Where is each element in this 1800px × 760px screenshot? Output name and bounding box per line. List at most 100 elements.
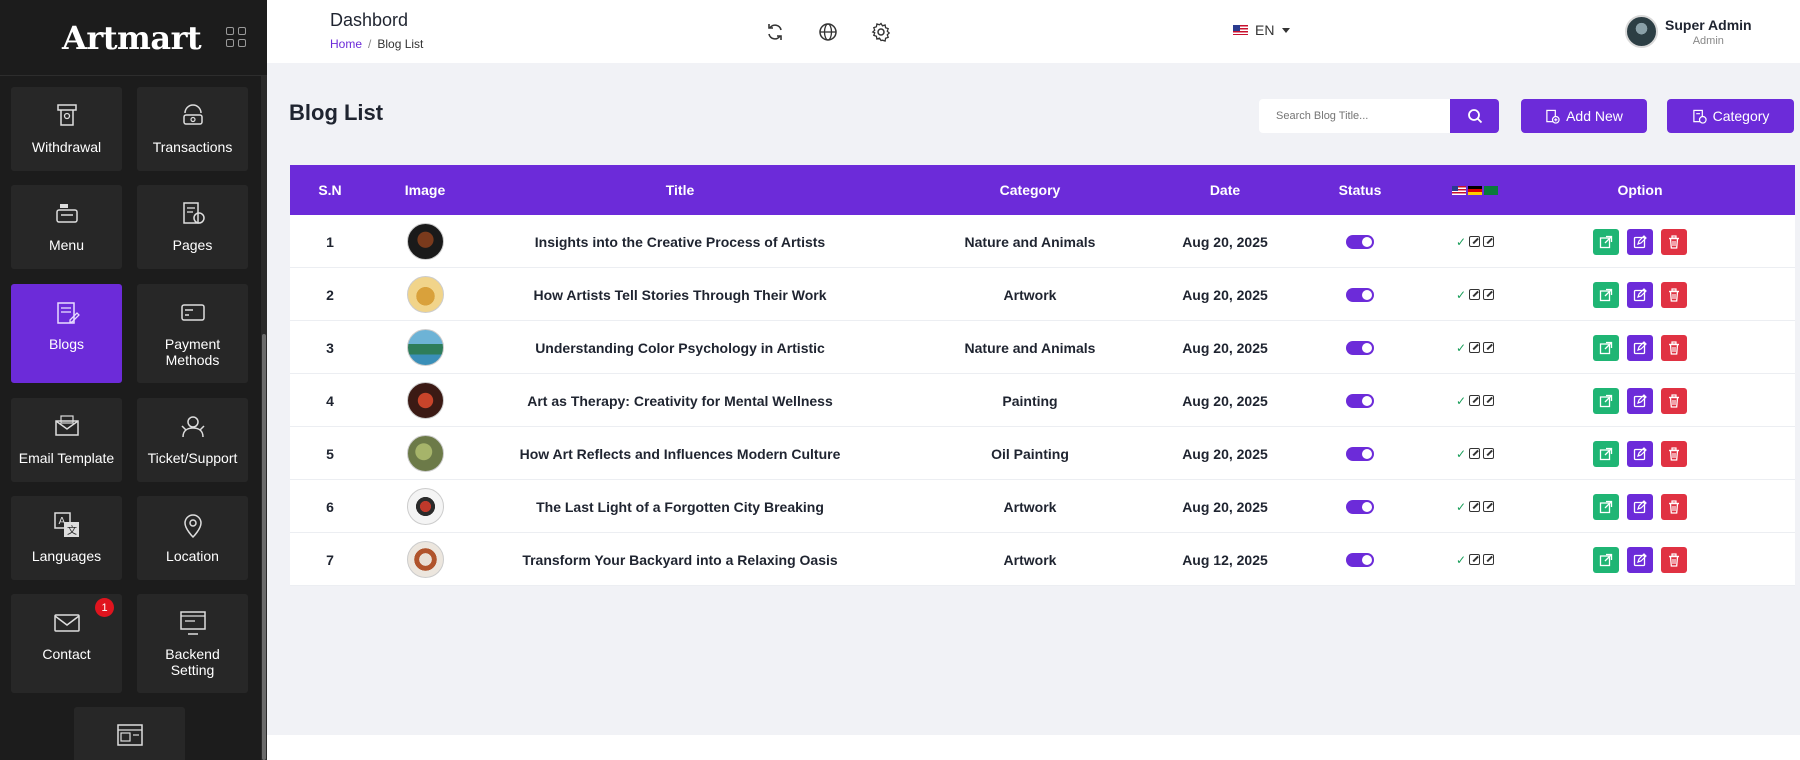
blog-thumbnail[interactable] bbox=[406, 276, 444, 313]
sidebar-item-backend-setting[interactable]: Backend Setting bbox=[137, 594, 248, 693]
status-toggle[interactable] bbox=[1346, 446, 1374, 461]
status-toggle[interactable] bbox=[1346, 499, 1374, 514]
column-header-sn: S.N bbox=[318, 182, 342, 198]
view-button[interactable] bbox=[1593, 546, 1619, 573]
edit-translation-icon[interactable] bbox=[1483, 501, 1495, 512]
status-toggle[interactable] bbox=[1346, 234, 1374, 249]
status-toggle[interactable] bbox=[1346, 552, 1374, 567]
edit-translation-icon[interactable] bbox=[1483, 289, 1495, 300]
view-button[interactable] bbox=[1593, 440, 1619, 467]
blog-thumbnail[interactable] bbox=[406, 488, 444, 525]
search-input[interactable] bbox=[1259, 99, 1450, 133]
grid-menu-icon[interactable] bbox=[226, 27, 246, 47]
blog-thumbnail[interactable] bbox=[406, 223, 444, 260]
sidebar-item-contact[interactable]: Contact 1 bbox=[11, 594, 122, 693]
us-flag-icon bbox=[1452, 185, 1466, 195]
edit-translation-icon[interactable] bbox=[1469, 289, 1481, 300]
edit-translation-icon[interactable] bbox=[1469, 448, 1481, 459]
sidebar-scrollbar-thumb[interactable] bbox=[262, 334, 266, 760]
sidebar-item-ticket-support[interactable]: Ticket/Support bbox=[137, 398, 248, 482]
sidebar-item-menu[interactable]: Menu bbox=[11, 185, 122, 269]
edit-button[interactable] bbox=[1627, 281, 1653, 308]
refresh-icon[interactable] bbox=[765, 22, 785, 42]
breadcrumb-home-link[interactable]: Home bbox=[330, 37, 362, 51]
sidebar-item-label: Location bbox=[166, 548, 219, 564]
edit-translation-icon[interactable] bbox=[1483, 236, 1495, 247]
sidebar-item-blogs[interactable]: Blogs bbox=[11, 284, 122, 383]
edit-translation-icon[interactable] bbox=[1469, 395, 1481, 406]
sidebar: Artmart Withdrawal Transactions Menu Pag… bbox=[0, 0, 267, 760]
sidebar-item-languages[interactable]: A文 Languages bbox=[11, 496, 122, 580]
blog-thumbnail[interactable] bbox=[406, 329, 444, 366]
delete-button[interactable] bbox=[1661, 334, 1687, 361]
edit-icon bbox=[1633, 446, 1647, 460]
sidebar-item-label: Email Template bbox=[18, 450, 115, 466]
sidebar-item-transactions[interactable]: Transactions bbox=[137, 87, 248, 171]
status-toggle[interactable] bbox=[1346, 340, 1374, 355]
logo[interactable]: Artmart bbox=[62, 19, 202, 57]
sidebar-item-pages[interactable]: Pages bbox=[137, 185, 248, 269]
delete-button[interactable] bbox=[1661, 440, 1687, 467]
user-menu[interactable]: Super Admin Admin bbox=[1625, 15, 1752, 48]
gear-icon[interactable] bbox=[871, 22, 891, 42]
sidebar-item-label: Payment Methods bbox=[164, 336, 221, 368]
svg-text:文: 文 bbox=[67, 524, 77, 537]
edit-translation-icon[interactable] bbox=[1483, 395, 1495, 406]
column-header-title: Title bbox=[665, 182, 695, 198]
edit-button[interactable] bbox=[1627, 493, 1653, 520]
sidebar-item-location[interactable]: Location bbox=[137, 496, 248, 580]
edit-translation-icon[interactable] bbox=[1483, 448, 1495, 459]
add-new-button[interactable]: Add New bbox=[1521, 99, 1647, 133]
trash-icon bbox=[1669, 340, 1679, 355]
view-button[interactable] bbox=[1593, 387, 1619, 414]
row-options-cell bbox=[1530, 480, 1750, 533]
view-button[interactable] bbox=[1593, 334, 1619, 361]
view-button[interactable] bbox=[1593, 228, 1619, 255]
row-language-cell: ✓ bbox=[1420, 480, 1530, 533]
delete-button[interactable] bbox=[1661, 228, 1687, 255]
edit-translation-icon[interactable] bbox=[1469, 236, 1481, 247]
blog-thumbnail[interactable] bbox=[406, 541, 444, 578]
edit-button[interactable] bbox=[1627, 387, 1653, 414]
sidebar-item-payment-methods[interactable]: Payment Methods bbox=[137, 284, 248, 383]
delete-button[interactable] bbox=[1661, 387, 1687, 414]
edit-translation-icon[interactable] bbox=[1483, 554, 1495, 565]
view-button[interactable] bbox=[1593, 281, 1619, 308]
transactions-icon bbox=[182, 104, 203, 125]
row-category: Artwork bbox=[1003, 551, 1057, 568]
external-link-icon bbox=[1599, 553, 1613, 566]
delete-button[interactable] bbox=[1661, 546, 1687, 573]
row-options-cell bbox=[1530, 427, 1750, 480]
status-toggle[interactable] bbox=[1346, 393, 1374, 408]
email-template-icon bbox=[54, 415, 79, 436]
status-toggle[interactable] bbox=[1346, 287, 1374, 302]
edit-translation-icon[interactable] bbox=[1483, 342, 1495, 353]
sidebar-item-label: Pages bbox=[172, 237, 213, 253]
search-button[interactable] bbox=[1450, 99, 1499, 133]
edit-translation-icon[interactable] bbox=[1469, 501, 1481, 512]
sidebar-item-email-template[interactable]: Email Template bbox=[11, 398, 122, 482]
blog-thumbnail[interactable] bbox=[406, 435, 444, 472]
sidebar-item-withdrawal[interactable]: Withdrawal bbox=[11, 87, 122, 171]
table-row: 4 Art as Therapy: Creativity for Mental … bbox=[290, 374, 1795, 427]
row-options-cell bbox=[1530, 533, 1750, 586]
category-button[interactable]: Category bbox=[1667, 99, 1794, 133]
language-selector[interactable]: EN bbox=[1233, 22, 1291, 38]
edit-translation-icon[interactable] bbox=[1469, 342, 1481, 353]
delete-button[interactable] bbox=[1661, 281, 1687, 308]
edit-button[interactable] bbox=[1627, 440, 1653, 467]
sidebar-item-website[interactable] bbox=[74, 707, 185, 760]
edit-button[interactable] bbox=[1627, 334, 1653, 361]
external-link-icon bbox=[1599, 235, 1613, 248]
edit-translation-icon[interactable] bbox=[1469, 554, 1481, 565]
globe-icon[interactable] bbox=[818, 22, 838, 42]
trash-icon bbox=[1669, 552, 1679, 567]
table-row: 2 How Artists Tell Stories Through Their… bbox=[290, 268, 1795, 321]
row-sn: 3 bbox=[326, 339, 334, 356]
delete-button[interactable] bbox=[1661, 493, 1687, 520]
row-image-cell bbox=[370, 268, 480, 321]
edit-button[interactable] bbox=[1627, 546, 1653, 573]
edit-button[interactable] bbox=[1627, 228, 1653, 255]
view-button[interactable] bbox=[1593, 493, 1619, 520]
blog-thumbnail[interactable] bbox=[406, 382, 444, 419]
